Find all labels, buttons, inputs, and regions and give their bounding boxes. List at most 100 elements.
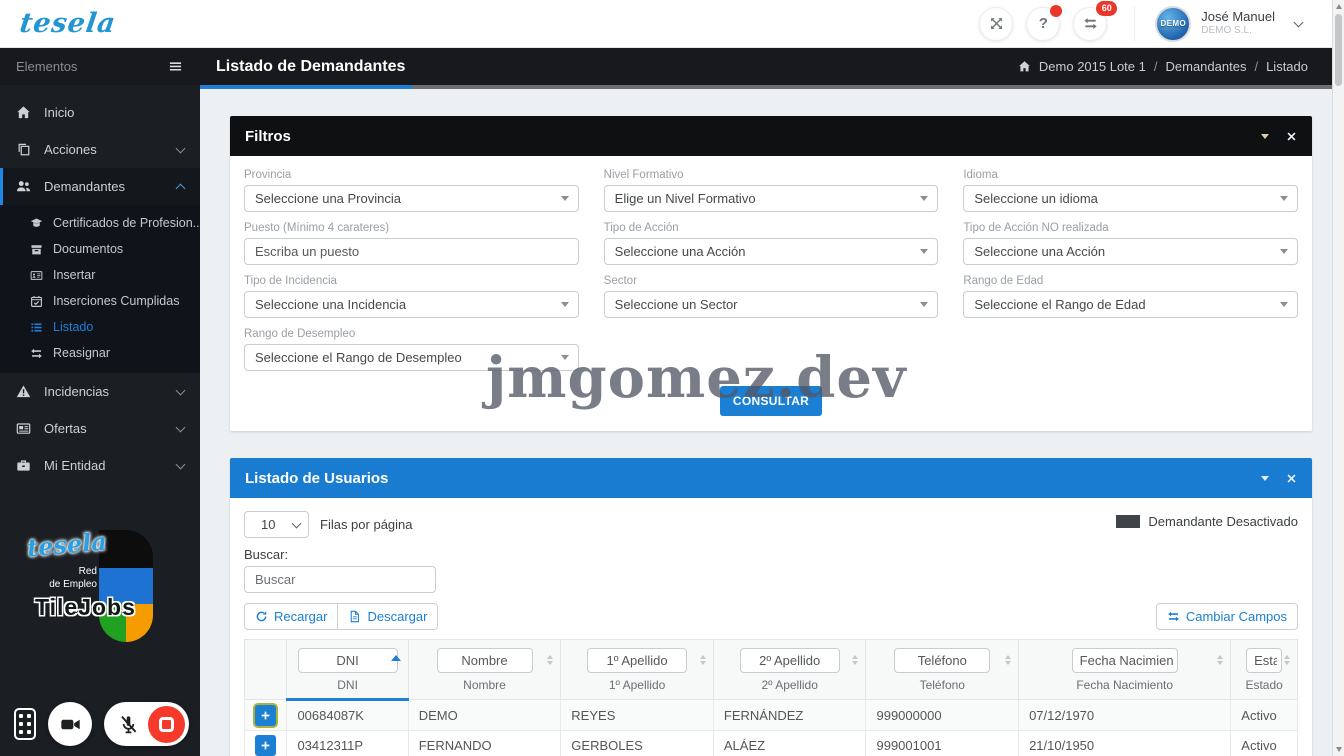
logo-line2: de Empleo — [49, 579, 97, 590]
column-dni[interactable]: DNI — [287, 640, 408, 700]
graduation-cap-icon — [30, 217, 43, 230]
provincia-select[interactable]: Seleccione una Provincia — [244, 185, 579, 212]
logo-tilejobs-text: TileJobs — [35, 594, 136, 621]
tipo-accion-no-realizada-select[interactable]: Seleccione una Acción — [963, 238, 1298, 265]
caret-down-icon — [561, 196, 569, 201]
tipo-incidencia-select[interactable]: Seleccione una Incidencia — [244, 291, 579, 318]
submenu-item-listado[interactable]: Listado — [0, 314, 200, 340]
fecha-filter-input[interactable] — [1072, 648, 1178, 673]
cambiar-campos-button[interactable]: Cambiar Campos — [1156, 603, 1298, 630]
scrollbar-down-arrow[interactable] — [1336, 747, 1342, 752]
sidebar-item-ofertas[interactable]: Ofertas — [0, 410, 200, 447]
expand-row-button[interactable] — [255, 705, 276, 726]
sort-icon[interactable] — [1284, 655, 1290, 665]
close-panel-icon[interactable] — [1286, 473, 1297, 484]
column-telefono[interactable]: Teléfono — [866, 640, 1019, 700]
id-card-icon — [30, 269, 43, 282]
microphone-muted-icon[interactable] — [118, 714, 139, 735]
sort-icon[interactable] — [1005, 655, 1011, 665]
caret-down-icon — [920, 249, 928, 254]
sidebar-item-acciones[interactable]: Acciones — [0, 131, 200, 168]
rows-per-page-select[interactable]: 10 — [244, 511, 309, 538]
caret-down-icon — [920, 196, 928, 201]
user-menu[interactable]: DEMO José Manuel DEMO S.L. — [1134, 6, 1302, 42]
sidebar-item-inicio[interactable]: Inicio — [0, 94, 200, 131]
consultar-button[interactable]: CONSULTAR — [720, 386, 822, 416]
puesto-input[interactable] — [244, 238, 579, 265]
cell-nombre: DEMO — [408, 700, 561, 731]
tesela-footer-logo: tesela Red de Empleo TileJobs — [25, 530, 175, 642]
sort-ascending-icon[interactable] — [391, 655, 401, 661]
sector-label: Sector — [604, 275, 939, 287]
sidebar-item-incidencias[interactable]: Incidencias — [0, 373, 200, 410]
caret-down-icon — [920, 302, 928, 307]
sidebar-item-mi-entidad[interactable]: Mi Entidad — [0, 447, 200, 484]
collapse-panel-icon[interactable] — [1261, 476, 1269, 481]
submenu-item-certificados[interactable]: Certificados de Profesion... — [0, 210, 200, 236]
page-scrollbar[interactable] — [1332, 0, 1344, 756]
tipo-accion-select[interactable]: Seleccione una Acción — [604, 238, 939, 265]
breadcrumb-demandantes[interactable]: Demandantes — [1166, 59, 1247, 74]
provincia-label: Provincia — [244, 169, 579, 181]
rango-edad-select[interactable]: Seleccione el Rango de Edad — [963, 291, 1298, 318]
apellido2-filter-input[interactable] — [740, 648, 840, 673]
nivel-formativo-select[interactable]: Elige un Nivel Formativo — [604, 185, 939, 212]
users-title: Listado de Usuarios — [245, 470, 388, 487]
cell-apellido2: FERNÁNDEZ — [713, 700, 866, 731]
help-button[interactable]: ? — [1026, 7, 1060, 41]
chevron-down-icon — [292, 518, 302, 528]
stop-square-icon — [159, 717, 174, 732]
scrollbar-up-arrow[interactable] — [1336, 4, 1342, 9]
column-nombre[interactable]: Nombre — [408, 640, 561, 700]
stop-recording-button[interactable] — [148, 706, 185, 743]
telefono-filter-input[interactable] — [894, 648, 990, 673]
collapse-panel-icon[interactable] — [1261, 134, 1269, 139]
logo-line1: Red — [79, 566, 97, 577]
recorder-controls — [14, 702, 189, 746]
dni-filter-input[interactable] — [298, 648, 398, 673]
sidebar-item-demandantes[interactable]: Demandantes — [0, 168, 200, 205]
sort-icon[interactable] — [700, 655, 706, 665]
recargar-button[interactable]: Recargar — [244, 603, 338, 630]
estado-filter-input[interactable] — [1246, 648, 1282, 673]
users-table: DNI Nombre — [244, 639, 1298, 756]
expand-row-button[interactable] — [255, 735, 276, 756]
exchange-icon — [30, 347, 43, 360]
sort-icon[interactable] — [852, 655, 858, 665]
sector-select[interactable]: Seleccione un Sector — [604, 291, 939, 318]
descargar-button[interactable]: Descargar — [337, 603, 438, 630]
sort-icon[interactable] — [547, 655, 553, 665]
breadcrumb-root[interactable]: Demo 2015 Lote 1 — [1039, 59, 1146, 74]
camera-button[interactable] — [48, 702, 92, 746]
transfers-button[interactable]: 60 — [1073, 7, 1107, 41]
search-input[interactable] — [244, 566, 436, 593]
page-header: Listado de Demandantes Demo 2015 Lote 1 … — [200, 48, 1344, 85]
submenu-item-documentos[interactable]: Documentos — [0, 236, 200, 262]
rango-desempleo-select[interactable]: Seleccione el Rango de Desempleo — [244, 344, 579, 371]
users-icon — [16, 179, 31, 194]
scrollbar-thumb[interactable] — [1335, 14, 1342, 86]
apellido1-filter-input[interactable] — [587, 648, 687, 673]
submenu-item-inserciones-cumplidas[interactable]: Inserciones Cumplidas — [0, 288, 200, 314]
column-fecha-nacimiento[interactable]: Fecha Nacimiento — [1019, 640, 1231, 700]
caret-down-icon — [1280, 196, 1288, 201]
deactivated-legend: Demandante Desactivado — [1116, 514, 1298, 529]
fullscreen-button[interactable] — [979, 7, 1013, 41]
column-estado[interactable]: Estado — [1231, 640, 1298, 700]
video-camera-icon — [60, 714, 81, 735]
column-apellido2[interactable]: 2º Apellido — [713, 640, 866, 700]
sort-icon[interactable] — [1217, 655, 1223, 665]
drag-handle-icon[interactable] — [14, 708, 36, 740]
breadcrumb-listado: Listado — [1266, 59, 1308, 74]
hamburger-icon[interactable] — [168, 59, 183, 74]
idioma-select[interactable]: Seleccione un idioma — [963, 185, 1298, 212]
sidebar-title: Elementos — [16, 59, 77, 74]
submenu-item-insertar[interactable]: Insertar — [0, 262, 200, 288]
column-apellido1[interactable]: 1º Apellido — [561, 640, 714, 700]
close-panel-icon[interactable] — [1286, 131, 1297, 142]
nivel-formativo-label: Nivel Formativo — [604, 169, 939, 181]
nombre-filter-input[interactable] — [437, 648, 533, 673]
search-label: Buscar: — [244, 547, 1298, 562]
topbar-actions: ? 60 DEMO José Manuel DEMO S.L. — [979, 6, 1318, 42]
submenu-item-reasignar[interactable]: Reasignar — [0, 340, 200, 366]
